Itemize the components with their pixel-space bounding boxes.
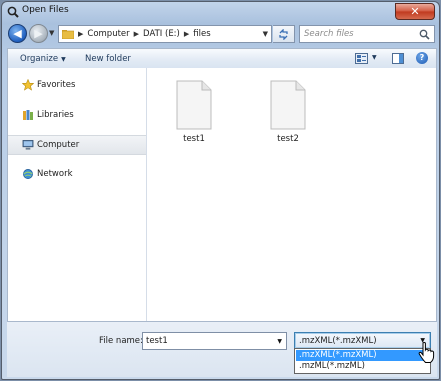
nav-item-network[interactable]: Network <box>8 165 146 183</box>
breadcrumb-dati[interactable]: DATI (E:) <box>143 29 180 39</box>
window-title: Open Files <box>22 5 69 15</box>
nav-label: Libraries <box>37 110 74 120</box>
file-name-label: test1 <box>183 134 205 144</box>
nav-label: Network <box>37 169 73 179</box>
close-button[interactable]: ✕ <box>395 3 435 20</box>
preview-pane-icon[interactable] <box>392 53 404 64</box>
search-box[interactable] <box>299 25 435 43</box>
back-button[interactable]: ◀ <box>8 24 27 43</box>
file-type-option-mzxml[interactable]: .mzXML(*.mzXML) <box>296 350 429 361</box>
title-bar[interactable]: Open Files ✕ <box>2 2 439 22</box>
file-name-combobox[interactable]: ▼ <box>142 332 287 350</box>
file-type-value: .mzXML(*.mzXML) <box>299 335 377 346</box>
search-icon[interactable] <box>419 29 430 40</box>
star-icon <box>22 79 34 91</box>
file-item-test1[interactable]: test1 <box>164 80 224 144</box>
views-dropdown[interactable]: ▼ <box>372 54 377 61</box>
chevron-down-icon[interactable]: ▼ <box>277 338 282 345</box>
library-icon <box>22 109 34 121</box>
arrow-right-icon: ▶ <box>34 27 43 40</box>
chevron-down-icon[interactable]: ▼ <box>263 30 268 38</box>
magnifier-icon <box>7 6 19 18</box>
nav-item-favorites[interactable]: Favorites <box>8 76 146 94</box>
nav-item-computer[interactable]: Computer <box>8 135 146 155</box>
help-icon[interactable]: ? <box>416 52 428 64</box>
file-type-select[interactable]: .mzXML(*.mzXML) ▼ <box>294 332 431 349</box>
file-type-option-mzml[interactable]: .mzML(*.mzML) <box>296 361 429 372</box>
organize-button[interactable]: Organize ▼ <box>20 54 66 64</box>
nav-item-libraries[interactable]: Libraries <box>8 106 146 124</box>
command-toolbar: Organize ▼ New folder ▼ ? <box>7 48 437 68</box>
document-icon <box>176 80 212 130</box>
file-list: test1 test2 <box>147 68 437 321</box>
network-icon <box>22 168 34 180</box>
close-icon: ✕ <box>410 5 420 18</box>
file-name-label: test2 <box>277 134 299 144</box>
organize-label: Organize <box>20 54 59 64</box>
refresh-button[interactable] <box>273 25 295 43</box>
nav-label: Favorites <box>37 80 76 90</box>
navigation-pane: Favorites Libraries Computer Network <box>7 68 146 321</box>
open-files-dialog: Open Files ✕ ◀ ▶ ▼ ▶ Computer ▶ DATI (E:… <box>1 1 440 380</box>
file-name-label: File name: <box>99 336 143 346</box>
nav-label: Computer <box>37 140 80 150</box>
file-name-input[interactable] <box>146 336 266 346</box>
hand-pointer-icon <box>418 342 435 363</box>
breadcrumb-computer[interactable]: Computer <box>87 29 129 39</box>
forward-button[interactable]: ▶ <box>29 24 48 43</box>
chevron-down-icon: ▼ <box>61 56 66 63</box>
address-bar[interactable]: ▶ Computer ▶ DATI (E:) ▶ files ▼ <box>58 25 272 43</box>
chevron-right-icon[interactable]: ▶ <box>184 30 189 38</box>
chevron-right-icon[interactable]: ▶ <box>134 30 139 38</box>
file-item-test2[interactable]: test2 <box>258 80 318 144</box>
folder-icon <box>62 30 74 39</box>
new-folder-button[interactable]: New folder <box>85 54 131 64</box>
chevron-right-icon[interactable]: ▶ <box>78 30 83 38</box>
file-type-dropdown-list: .mzXML(*.mzXML) .mzML(*.mzML) <box>294 348 431 374</box>
search-input[interactable] <box>304 29 412 39</box>
views-icon[interactable] <box>355 53 368 64</box>
document-icon <box>270 80 306 130</box>
refresh-icon <box>279 28 288 40</box>
computer-icon <box>22 139 34 151</box>
arrow-left-icon: ◀ <box>13 27 22 40</box>
breadcrumb-files[interactable]: files <box>193 29 210 39</box>
recent-locations-dropdown[interactable]: ▼ <box>49 29 54 37</box>
